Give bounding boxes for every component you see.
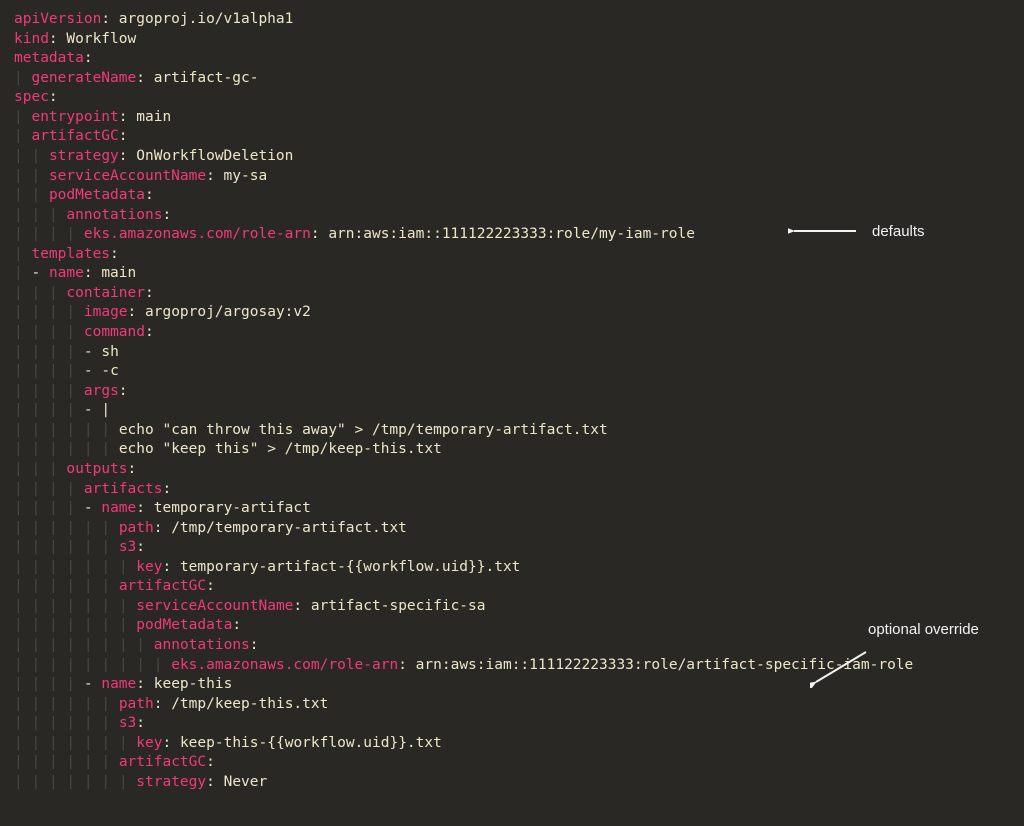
code-line: | | | | image: argoproj/argosay:v2 bbox=[14, 303, 1010, 323]
code-line: | | | | args: bbox=[14, 382, 1010, 402]
code-line: | artifactGC: bbox=[14, 127, 1010, 147]
code-line: | templates: bbox=[14, 245, 1010, 265]
code-line: | | | | eks.amazonaws.com/role-arn: arn:… bbox=[14, 225, 1010, 245]
code-line: | | | | | | artifactGC: bbox=[14, 753, 1010, 773]
code-line: | | strategy: OnWorkflowDeletion bbox=[14, 147, 1010, 167]
code-line: | - name: main bbox=[14, 264, 1010, 284]
code-line: | | | | | | artifactGC: bbox=[14, 577, 1010, 597]
code-line: | | | | | | echo "can throw this away" >… bbox=[14, 421, 1010, 441]
code-line: | | | | | | s3: bbox=[14, 714, 1010, 734]
code-line: | | | outputs: bbox=[14, 460, 1010, 480]
code-line: spec: bbox=[14, 88, 1010, 108]
code-line: | | | | | | | key: keep-this-{{workflow.… bbox=[14, 734, 1010, 754]
code-line: | | | | - | bbox=[14, 401, 1010, 421]
code-line: | | | | | | | podMetadata: bbox=[14, 616, 1010, 636]
code-line: kind: Workflow bbox=[14, 30, 1010, 50]
code-line: apiVersion: argoproj.io/v1alpha1 bbox=[14, 10, 1010, 30]
code-line: | | | | - -c bbox=[14, 362, 1010, 382]
code-line: | | podMetadata: bbox=[14, 186, 1010, 206]
code-line: | | | | | | | strategy: Never bbox=[14, 773, 1010, 793]
code-line: | | | | | | path: /tmp/keep-this.txt bbox=[14, 695, 1010, 715]
code-line: metadata: bbox=[14, 49, 1010, 69]
code-line: | | | | | | echo "keep this" > /tmp/keep… bbox=[14, 440, 1010, 460]
code-line: | generateName: artifact-gc- bbox=[14, 69, 1010, 89]
code-line: | | | | | | | serviceAccountName: artifa… bbox=[14, 597, 1010, 617]
code-line: | | | | | | path: /tmp/temporary-artifac… bbox=[14, 519, 1010, 539]
code-line: | | | container: bbox=[14, 284, 1010, 304]
code-line: | | | | | | | | annotations: bbox=[14, 636, 1010, 656]
code-line: | | serviceAccountName: my-sa bbox=[14, 167, 1010, 187]
code-line: | | | | artifacts: bbox=[14, 480, 1010, 500]
yaml-code-block: apiVersion: argoproj.io/v1alpha1kind: Wo… bbox=[14, 10, 1010, 793]
code-line: | | | | | | | key: temporary-artifact-{{… bbox=[14, 558, 1010, 578]
code-line: | | | | | | | | | eks.amazonaws.com/role… bbox=[14, 656, 1010, 676]
code-line: | | | | - name: temporary-artifact bbox=[14, 499, 1010, 519]
code-line: | entrypoint: main bbox=[14, 108, 1010, 128]
code-line: | | | | - name: keep-this bbox=[14, 675, 1010, 695]
code-line: | | | | command: bbox=[14, 323, 1010, 343]
code-line: | | | | - sh bbox=[14, 343, 1010, 363]
code-line: | | | annotations: bbox=[14, 206, 1010, 226]
code-line: | | | | | | s3: bbox=[14, 538, 1010, 558]
